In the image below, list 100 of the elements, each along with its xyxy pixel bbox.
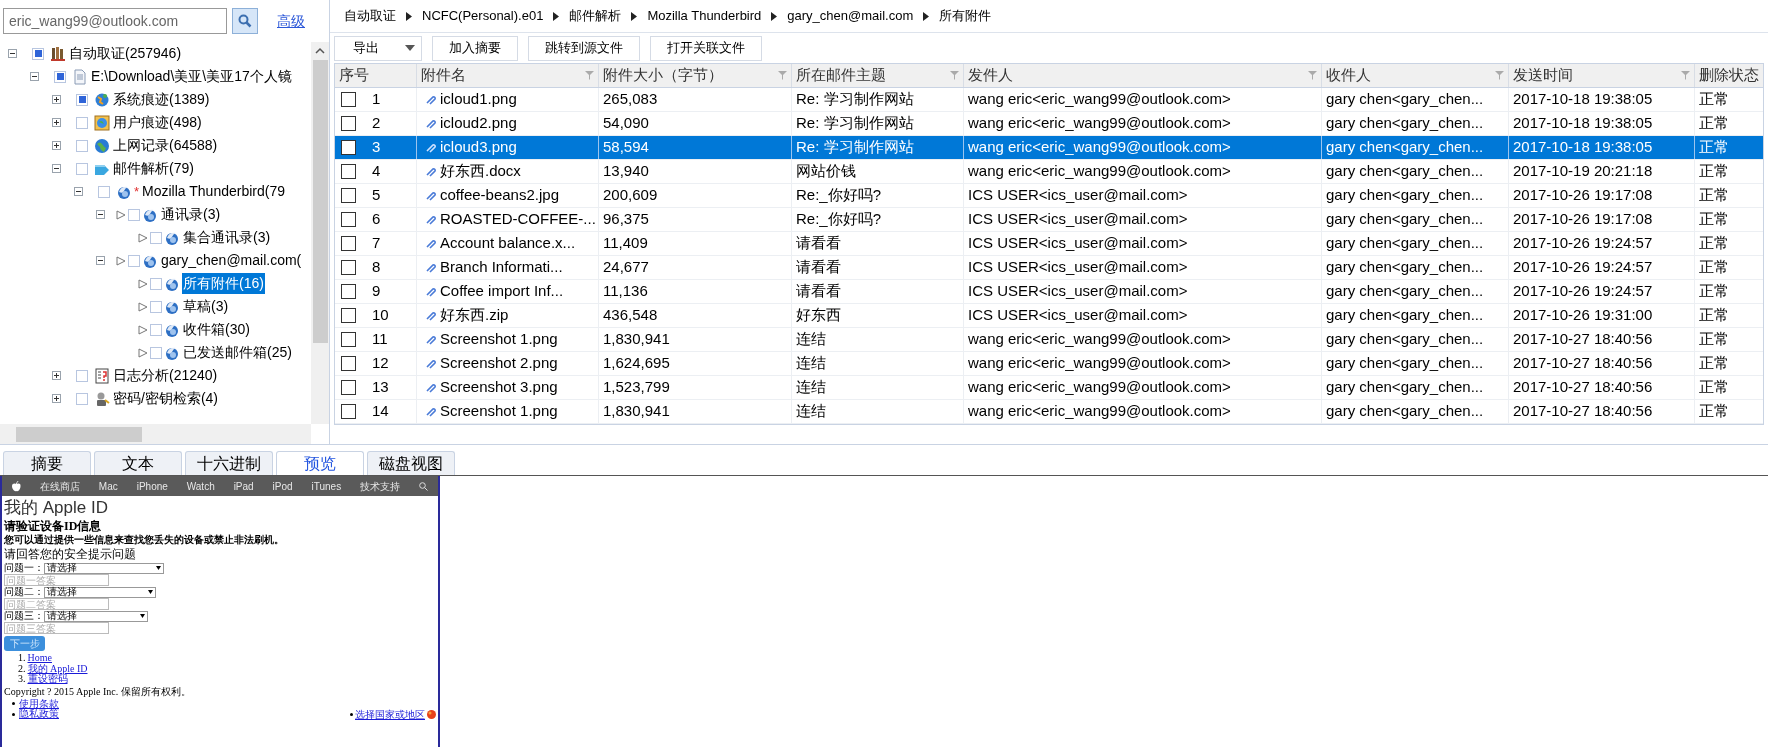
column-header[interactable]: 序号 <box>335 64 417 87</box>
tree-checkbox[interactable] <box>76 93 88 106</box>
search-button[interactable] <box>232 8 258 34</box>
expand-toggle[interactable] <box>52 95 61 104</box>
footer-link[interactable]: 使用条款 <box>19 698 59 709</box>
column-header[interactable]: 发件人 <box>964 64 1322 87</box>
table-row[interactable]: 6 ROASTED-COFFEE-... 96,375 Re:_你好吗? ICS USER<ics_user@mail.com> gary chen<gary_chen... 2017-10-26 19:17:08 正常 <box>335 208 1763 232</box>
breadcrumb-item[interactable]: Mozilla Thunderbird <box>647 6 762 26</box>
table-row[interactable]: 5 coffee-beans2.jpg 200,609 Re:_你好吗? ICS USER<ics_user@mail.com> gary chen<gary_chen... 2017-10-26 19:17:08 正常 <box>335 184 1763 208</box>
tab[interactable]: 预览 <box>276 451 364 475</box>
table-row[interactable]: 9 Coffee import Inf... 11,136 请看看 ICS USER<ics_user@mail.com> gary chen<gary_chen... 2017-10-26 19:24:57 正常 <box>335 280 1763 304</box>
column-header[interactable]: 收件人 <box>1322 64 1509 87</box>
tree-checkbox[interactable] <box>98 185 110 198</box>
tree-checkbox[interactable] <box>54 70 66 83</box>
row-checkbox[interactable] <box>341 236 356 251</box>
breadcrumb-item[interactable]: 所有附件 <box>939 6 992 26</box>
site-nav-link[interactable]: iPad <box>233 478 254 494</box>
tree-checkbox[interactable] <box>76 162 88 175</box>
table-row[interactable]: 8 Branch Informati... 24,677 请看看 ICS USER<ics_user@mail.com> gary chen<gary_chen... 2017-10-26 19:24:57 正常 <box>335 256 1763 280</box>
tree-checkbox[interactable] <box>76 116 88 129</box>
tree-checkbox[interactable] <box>76 392 88 405</box>
column-header[interactable]: 发送时间 <box>1509 64 1695 87</box>
breadcrumb-item[interactable]: 自动取证 <box>344 6 396 26</box>
tree-item[interactable]: 通讯录(3) <box>160 204 222 225</box>
table-row[interactable]: 10 好东西.zip 436,548 好东西 ICS USER<ics_user@mail.com> gary chen<gary_chen... 2017-10-26 19:31:00 正常 <box>335 304 1763 328</box>
tree-checkbox[interactable] <box>150 346 162 359</box>
tree-item[interactable]: 自动取证(257946) <box>68 43 183 64</box>
site-nav-link[interactable]: Mac <box>98 478 118 494</box>
table-row[interactable]: 1 icloud1.png 265,083 Re: 学习制作网站 wang eric<eric_wang99@outlook.com> gary chen<gary_chen... 2017-10-18 19:38:05 正常 <box>335 88 1763 112</box>
row-checkbox[interactable] <box>341 332 356 347</box>
tab[interactable]: 摘要 <box>3 451 91 475</box>
advanced-link[interactable]: 高级 <box>277 10 305 32</box>
search-field[interactable]: eric_wang99@outlook.com <box>3 8 227 34</box>
expand-toggle[interactable] <box>52 371 61 380</box>
tree-item[interactable]: E:\Download\美亚\美亚17个人镜 <box>90 66 293 87</box>
tree-item[interactable]: gary_chen@mail.com( <box>160 250 303 271</box>
tree-item[interactable]: 邮件解析(79) <box>112 158 195 179</box>
tab[interactable]: 磁盘视图 <box>367 451 455 475</box>
row-checkbox[interactable] <box>341 404 356 419</box>
row-checkbox[interactable] <box>341 116 356 131</box>
collapse-toggle[interactable] <box>52 164 61 173</box>
expand-toggle[interactable] <box>52 141 61 150</box>
question-select[interactable]: 请选择 <box>44 610 148 622</box>
tree-item[interactable]: 已发送邮件箱(25) <box>182 342 293 363</box>
row-checkbox[interactable] <box>341 188 356 203</box>
table-row[interactable]: 7 Account balance.x... 11,409 请看看 ICS USER<ics_user@mail.com> gary chen<gary_chen... 2017-10-26 19:24:57 正常 <box>335 232 1763 256</box>
row-checkbox[interactable] <box>341 140 356 155</box>
collapse-toggle[interactable] <box>96 210 105 219</box>
table-row[interactable]: 14 Screenshot 1.png 1,830,941 连结 wang eric<eric_wang99@outlook.com> gary chen<gary_chen... 2017-10-27 18:40:56 正常 <box>335 400 1763 424</box>
tree-item[interactable]: 用户痕迹(498) <box>112 112 203 133</box>
tree-checkbox[interactable] <box>76 139 88 152</box>
tree-item[interactable]: 集合通讯录(3) <box>182 227 272 248</box>
row-checkbox[interactable] <box>341 164 356 179</box>
breadcrumb-item[interactable]: 邮件解析 <box>569 6 622 26</box>
row-checkbox[interactable] <box>341 212 356 227</box>
breadcrumb-item[interactable]: gary_chen@mail.com <box>787 6 914 26</box>
site-nav-link[interactable]: iTunes <box>311 478 342 494</box>
column-header[interactable]: 附件大小（字节） <box>599 64 792 87</box>
export-dropdown[interactable]: 导出 <box>334 35 422 61</box>
horizontal-scrollbar[interactable] <box>0 424 311 444</box>
table-row[interactable]: 3 icloud3.png 58,594 Re: 学习制作网站 wang eric<eric_wang99@outlook.com> gary chen<gary_chen... 2017-10-18 19:38:05 正常 <box>335 136 1763 160</box>
search-icon[interactable] <box>419 481 428 491</box>
answer-field[interactable]: 问题三答案 <box>4 622 109 634</box>
row-checkbox[interactable] <box>341 260 356 275</box>
tab[interactable]: 文本 <box>94 451 182 475</box>
row-checkbox[interactable] <box>341 380 356 395</box>
expand-toggle[interactable] <box>52 118 61 127</box>
row-checkbox[interactable] <box>341 308 356 323</box>
footer-link[interactable]: 隐私政策 <box>19 709 59 720</box>
toolbar-button[interactable]: 跳转到源文件 <box>528 35 640 61</box>
tree-checkbox[interactable] <box>76 369 88 382</box>
tree-item[interactable]: 所有附件(16) <box>182 273 265 294</box>
table-row[interactable]: 4 好东西.docx 13,940 网站价钱 wang eric<eric_wang99@outlook.com> gary chen<gary_chen... 2017-10-19 20:21:18 正常 <box>335 160 1763 184</box>
row-checkbox[interactable] <box>341 356 356 371</box>
collapse-toggle[interactable] <box>8 49 17 58</box>
tree-item[interactable]: Mozilla Thunderbird(79 <box>141 181 286 202</box>
table-row[interactable]: 12 Screenshot 2.png 1,624,695 连结 wang eric<eric_wang99@outlook.com> gary chen<gary_chen... 2017-10-27 18:40:56 正常 <box>335 352 1763 376</box>
tree-checkbox[interactable] <box>150 231 162 244</box>
toolbar-button[interactable]: 加入摘要 <box>432 35 518 61</box>
tree-checkbox[interactable] <box>150 323 162 336</box>
tree-item[interactable]: 收件箱(30) <box>182 319 251 340</box>
tree-checkbox[interactable] <box>128 208 140 221</box>
vertical-scrollbar[interactable] <box>311 42 329 424</box>
collapse-toggle[interactable] <box>74 187 83 196</box>
tree-item[interactable]: 上网记录(64588) <box>112 135 219 156</box>
tree-checkbox[interactable] <box>150 277 162 290</box>
tree-item[interactable]: 草稿(3) <box>182 296 230 317</box>
site-nav-link[interactable]: 在线商店 <box>39 478 80 494</box>
tab[interactable]: 十六进制 <box>185 451 273 475</box>
breadcrumb-item[interactable]: NCFC(Personal).e01 <box>422 6 544 26</box>
table-row[interactable]: 2 icloud2.png 54,090 Re: 学习制作网站 wang eric<eric_wang99@outlook.com> gary chen<gary_chen... 2017-10-18 19:38:05 正常 <box>335 112 1763 136</box>
column-header[interactable]: 删除状态 <box>1695 64 1768 87</box>
toolbar-button[interactable]: 打开关联文件 <box>650 35 762 61</box>
apple-icon[interactable] <box>12 480 21 492</box>
row-checkbox[interactable] <box>341 92 356 107</box>
site-nav-link[interactable]: iPhone <box>136 478 168 494</box>
collapse-toggle[interactable] <box>30 72 39 81</box>
table-row[interactable]: 11 Screenshot 1.png 1,830,941 连结 wang eric<eric_wang99@outlook.com> gary chen<gary_chen... 2017-10-27 18:40:56 正常 <box>335 328 1763 352</box>
page-link[interactable]: 重设密码 <box>27 674 68 685</box>
tree-checkbox[interactable] <box>32 47 44 60</box>
